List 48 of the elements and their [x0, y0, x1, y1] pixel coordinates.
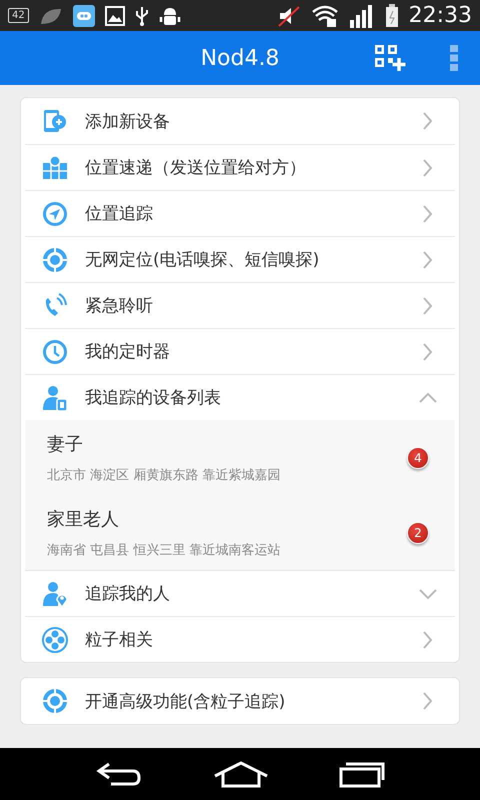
menu-item[interactable]: 粒子相关	[25, 616, 455, 662]
unread-count: 4	[407, 446, 429, 468]
cloud-app-icon	[72, 4, 95, 26]
chevron-down-icon	[419, 588, 437, 598]
qr-add-icon[interactable]	[374, 44, 406, 72]
chevron-right-icon	[423, 692, 433, 710]
navigation-icon	[41, 200, 69, 228]
battery-icon	[384, 4, 399, 28]
chevron-up-icon	[419, 392, 437, 402]
device-address: 北京市 海淀区 厢黄旗东路 靠近紫城嘉园	[47, 466, 282, 484]
chevron-right-icon	[423, 204, 433, 222]
person-pin-icon	[41, 580, 69, 608]
home-icon[interactable]	[213, 760, 269, 788]
device-item[interactable]: 家里老人 海南省 屯昌县 恒兴三里 靠近城南客运站 2	[25, 495, 455, 570]
unread-count: 2	[407, 522, 429, 544]
chevron-right-icon	[423, 296, 433, 314]
menu-item[interactable]: 无网定位(电话嗅探、短信嗅探)	[25, 236, 455, 282]
mute-icon	[276, 4, 301, 28]
chevron-right-icon	[423, 250, 433, 268]
menu-item[interactable]: 位置速递（发送位置给对方）	[25, 144, 455, 190]
signal-icon	[348, 4, 375, 28]
chevron-right-icon	[423, 112, 433, 130]
device-item[interactable]: 妻子 北京市 海淀区 厢黄旗东路 靠近紫城嘉园 4	[25, 420, 455, 495]
image-icon	[104, 6, 125, 26]
menu-item[interactable]: 位置追踪	[25, 190, 455, 236]
menu-item[interactable]: 紧急聆听	[25, 282, 455, 328]
tablet-add-icon	[41, 107, 69, 135]
person-device-icon	[41, 384, 69, 412]
usb-icon	[134, 4, 149, 26]
clock-time: 22:33	[408, 3, 472, 28]
back-icon[interactable]	[95, 760, 143, 788]
particles-icon	[41, 626, 69, 654]
chevron-right-icon	[423, 342, 433, 360]
device-address: 海南省 屯昌县 恒兴三里 靠近城南客运站	[47, 542, 282, 558]
target-icon	[41, 687, 69, 715]
clock-icon	[41, 338, 69, 366]
app-title: Nod4.8	[200, 46, 280, 70]
menu-item[interactable]: 开通高级功能(含粒子追踪)	[25, 678, 455, 724]
target-icon	[41, 246, 69, 274]
menu-item[interactable]: 我的定时器	[25, 328, 455, 374]
device-name: 妻子	[47, 432, 84, 456]
chevron-right-icon	[423, 158, 433, 176]
recent-apps-icon[interactable]	[339, 760, 385, 788]
notification-badge: 42	[8, 8, 29, 23]
device-name: 家里老人	[47, 508, 120, 530]
menu-item[interactable]: 添加新设备	[25, 98, 455, 144]
chevron-right-icon	[423, 630, 433, 648]
menu-item[interactable]: 追踪我的人	[25, 570, 455, 616]
